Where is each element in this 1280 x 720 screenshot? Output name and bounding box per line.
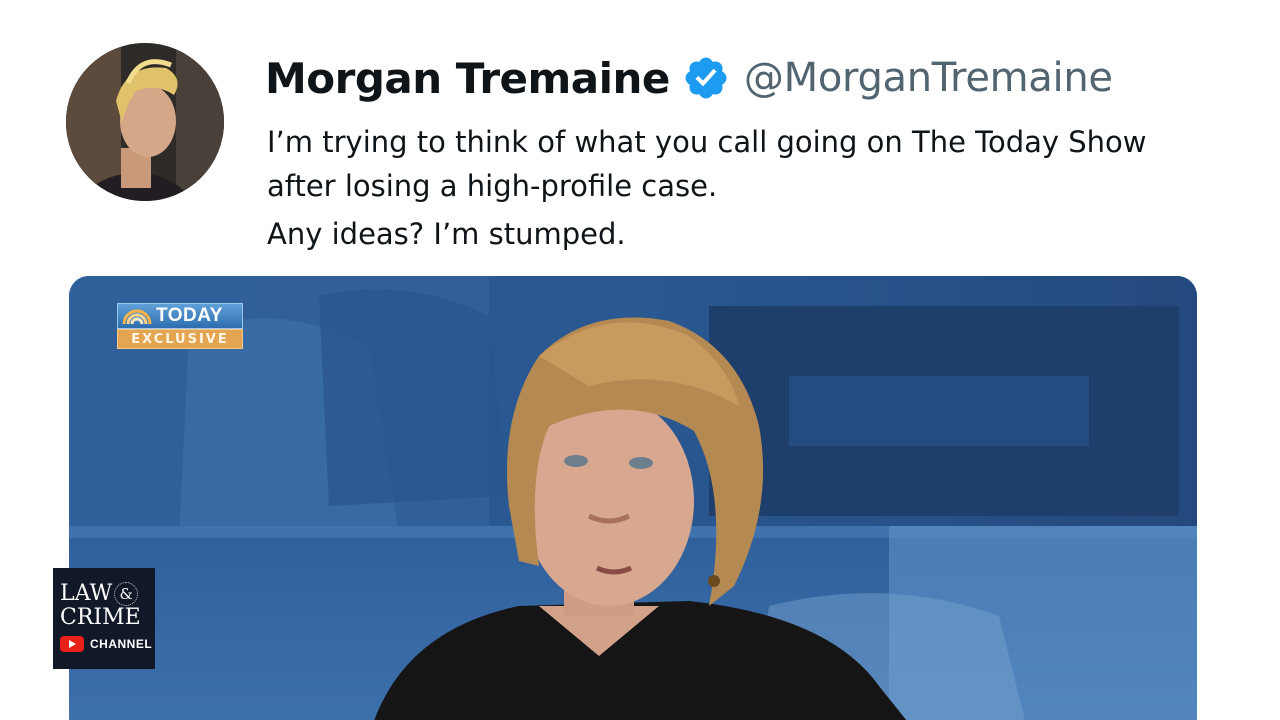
rainbow-icon: [122, 309, 152, 324]
tweet-media-image[interactable]: TODAY EXCLUSIVE: [69, 276, 1197, 720]
exclusive-label: EXCLUSIVE: [117, 329, 243, 349]
channel-label: CHANNEL: [90, 637, 153, 651]
tweet-paragraph: I’m trying to think of what you call goi…: [267, 125, 1147, 203]
verified-badge-icon: [682, 54, 730, 102]
today-label: TODAY: [156, 305, 223, 326]
law-crime-watermark: LAW & CRIME CHANNEL: [53, 568, 155, 669]
avatar[interactable]: [66, 43, 224, 201]
law-label: LAW: [60, 581, 113, 606]
user-handle[interactable]: @MorganTremaine: [744, 55, 1113, 101]
tweet-header: Morgan Tremaine @MorganTremaine: [265, 50, 1113, 106]
tweet-text: I’m trying to think of what you call goi…: [267, 120, 1167, 256]
tweet-paragraph: Any ideas? I’m stumped.: [267, 217, 626, 251]
display-name[interactable]: Morgan Tremaine: [265, 54, 670, 103]
youtube-icon: [60, 636, 84, 652]
today-exclusive-badge: TODAY EXCLUSIVE: [117, 303, 243, 349]
ampersand-icon: &: [114, 582, 139, 606]
profile-photo-icon: [66, 43, 224, 201]
crime-label: CRIME: [60, 605, 141, 630]
